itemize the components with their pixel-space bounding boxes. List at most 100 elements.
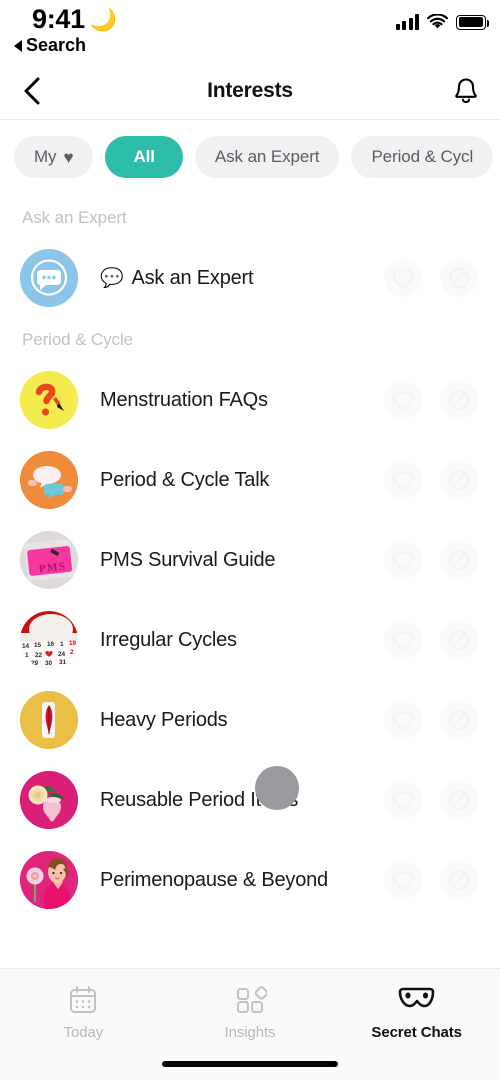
list-item-heavy-periods[interactable]: Heavy Periods [0, 680, 500, 760]
pms-eraser-avatar: PMS [20, 531, 78, 589]
calendar-icon [70, 986, 97, 1013]
status-bar-indicators [395, 14, 489, 30]
list-item-label: Ask an Expert [131, 266, 254, 289]
svg-text:1: 1 [60, 641, 64, 648]
list-item-period-and-cycle-talk[interactable]: Period & Cycle Talk [0, 440, 500, 520]
list-item-label: Irregular Cycles [100, 628, 237, 651]
heart-icon: ♥ [63, 147, 74, 167]
row-actions[interactable] [384, 461, 478, 499]
chip-ask-an-expert[interactable]: Ask an Expert [194, 136, 340, 178]
tab-label: Insights [224, 1024, 276, 1041]
heart-outline-icon[interactable] [384, 781, 422, 819]
block-circle-icon[interactable] [440, 781, 478, 819]
section-header-ask-an-expert: Ask an Expert [22, 208, 127, 227]
triangle-left-icon [14, 39, 22, 52]
list-item-label-group: PMS Survival Guide [100, 548, 276, 572]
notifications-button[interactable] [446, 71, 486, 111]
chip-label: Ask an Expert [214, 147, 320, 166]
svg-text:30: 30 [45, 660, 53, 667]
chip-my-favorites[interactable]: My ♥ [14, 136, 94, 178]
heart-outline-icon[interactable] [384, 381, 422, 419]
battery-icon [456, 14, 489, 30]
chip-all[interactable]: All [105, 136, 183, 178]
app-screen: 9:41 🌙 Search Interests My ♥ All Ask an … [0, 0, 500, 1080]
woman-flower-avatar [20, 851, 78, 909]
list-item-label: Period & Cycle Talk [100, 468, 270, 491]
mask-icon [398, 987, 434, 1008]
interests-list: Ask an Expert 💬 Ask an Expert Period & C… [0, 196, 500, 920]
list-item-menstruation-faqs[interactable]: Menstruation FAQs [0, 360, 500, 440]
block-circle-icon[interactable] [440, 461, 478, 499]
row-actions[interactable] [384, 781, 478, 819]
tab-insights[interactable]: Insights [167, 983, 334, 1041]
row-actions[interactable] [384, 861, 478, 899]
svg-text:16: 16 [47, 641, 55, 648]
heart-outline-icon[interactable] [384, 861, 422, 899]
speech-balloon-emoji: 💬 [100, 268, 124, 289]
section-header-period-and-cycle: Period & Cycle [22, 330, 134, 349]
list-item-label-group: Menstruation FAQs [100, 389, 268, 412]
block-circle-icon[interactable] [440, 381, 478, 419]
row-actions[interactable] [384, 701, 478, 739]
speech-bubbles-avatar [20, 451, 78, 509]
svg-text:14: 14 [22, 643, 30, 650]
block-circle-icon[interactable] [440, 541, 478, 579]
chevron-left-icon [24, 77, 40, 104]
chip-label: Period & Cycl [371, 147, 474, 166]
heart-outline-icon[interactable] [384, 461, 422, 499]
wifi-icon [427, 14, 448, 30]
heart-outline-icon[interactable] [384, 621, 422, 659]
calendar-avatar: 14 15 16 1 19 1 22 24 2 29 30 31 [20, 611, 78, 669]
moon-icon: 🌙 [89, 6, 117, 32]
svg-text:15: 15 [34, 642, 42, 649]
heart-outline-icon[interactable] [384, 259, 422, 297]
list-item-ask-an-expert[interactable]: 💬 Ask an Expert [0, 238, 500, 318]
grid-shapes-icon [237, 986, 267, 1013]
tab-secret-chats[interactable]: Secret Chats [333, 983, 500, 1041]
chip-label: My [34, 147, 57, 166]
back-button[interactable] [10, 69, 54, 113]
list-item-label: PMS Survival Guide [100, 548, 276, 571]
list-item-label: Heavy Periods [100, 708, 228, 731]
navigation-header: Interests [0, 62, 500, 120]
bottom-tab-bar[interactable]: Today Insights Secret Chats [0, 968, 500, 1080]
question-mark-avatar [20, 371, 78, 429]
svg-text:2: 2 [70, 649, 74, 656]
list-item-label-group: 💬 Ask an Expert [100, 266, 254, 290]
home-indicator [162, 1061, 338, 1067]
row-actions[interactable] [384, 621, 478, 659]
list-item-label-group: Irregular Cycles [100, 629, 237, 652]
svg-text:1: 1 [25, 652, 29, 659]
list-item-perimenopause-and-beyond[interactable]: Perimenopause & Beyond [0, 840, 500, 920]
heart-outline-icon[interactable] [384, 701, 422, 739]
heart-outline-icon[interactable] [384, 541, 422, 579]
row-actions[interactable] [384, 259, 478, 297]
row-actions[interactable] [384, 381, 478, 419]
svg-text:29: 29 [31, 660, 39, 667]
list-item-label: Menstruation FAQs [100, 388, 268, 411]
list-item-reusable-period-items[interactable]: Reusable Period Items [0, 760, 500, 840]
tampon-feather-avatar [20, 691, 78, 749]
list-item-pms-survival-guide[interactable]: PMS PMS Survival Guide [0, 520, 500, 600]
tab-label: Today [63, 1024, 104, 1041]
status-bar: 9:41 🌙 Search [0, 0, 500, 62]
cellular-signal-icon [395, 14, 419, 30]
list-item-irregular-cycles[interactable]: 14 15 16 1 19 1 22 24 2 29 30 31 Irregular Cycles [0, 600, 500, 680]
tab-today[interactable]: Today [0, 983, 167, 1041]
svg-text:19: 19 [69, 640, 77, 647]
return-to-search-button[interactable]: Search [14, 35, 86, 56]
block-circle-icon[interactable] [440, 701, 478, 739]
block-circle-icon[interactable] [440, 861, 478, 899]
block-circle-icon[interactable] [440, 259, 478, 297]
list-item-label-group: Perimenopause & Beyond [100, 869, 328, 892]
row-actions[interactable] [384, 541, 478, 579]
filter-chip-bar[interactable]: My ♥ All Ask an Expert Period & Cycl [0, 120, 500, 196]
chip-period-and-cycle[interactable]: Period & Cycl [351, 136, 494, 178]
svg-text:22: 22 [35, 652, 43, 659]
status-bar-time: 9:41 [32, 4, 85, 34]
list-item-label-group: Heavy Periods [100, 708, 228, 732]
status-bar-time-group: 9:41 🌙 [32, 4, 117, 35]
block-circle-icon[interactable] [440, 621, 478, 659]
svg-text:24: 24 [58, 651, 66, 658]
bell-icon [455, 77, 477, 103]
